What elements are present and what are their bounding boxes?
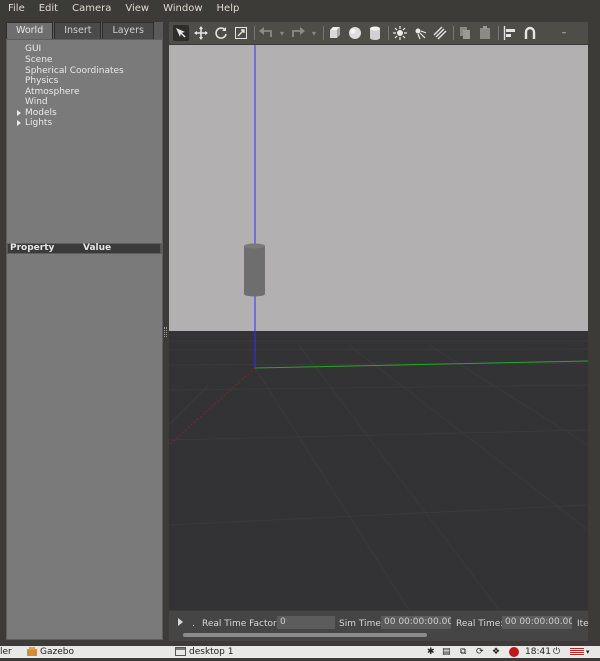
- toolbar: ▾ ▾ –: [169, 22, 588, 44]
- paste-icon[interactable]: [477, 25, 493, 41]
- taskbar-cut-item[interactable]: ler: [0, 646, 12, 658]
- left-panel: World Insert Layers GUI Scene Spherical …: [6, 22, 163, 640]
- taskbar: ler Gazebo desktop 1 ✱ ▤ ⧉ ⟳ ❖ 18:41 ⏻ ▾: [0, 646, 600, 658]
- status-scrollbar[interactable]: [183, 633, 427, 637]
- menubar: File Edit Camera View Window Help: [0, 0, 600, 16]
- tree-item-physics[interactable]: Physics: [25, 76, 58, 86]
- real-time-value: 00 00:00:00.000: [502, 616, 572, 629]
- network-icon[interactable]: ⧉: [460, 646, 466, 658]
- undo-icon[interactable]: [258, 25, 274, 41]
- property-table-header: Property Value: [8, 244, 160, 253]
- expand-arrow-icon[interactable]: [17, 110, 21, 116]
- toolbar-separator: [323, 26, 324, 40]
- taskbar-gazebo-button[interactable]: Gazebo: [40, 646, 74, 658]
- scene-viewport[interactable]: [169, 45, 588, 610]
- translate-icon[interactable]: [193, 25, 209, 41]
- tree-item-models[interactable]: Models: [25, 108, 57, 118]
- audio-dropdown-icon[interactable]: ▾: [586, 646, 590, 658]
- menu-camera[interactable]: Camera: [72, 3, 111, 14]
- menu-file[interactable]: File: [8, 3, 25, 14]
- world-tree: GUI Scene Spherical Coordinates Physics …: [6, 39, 163, 244]
- property-table: [6, 253, 163, 640]
- bluetooth-icon[interactable]: ✱: [427, 646, 435, 658]
- dropbox-icon[interactable]: ❖: [492, 646, 500, 658]
- tree-item-scene[interactable]: Scene: [25, 55, 52, 65]
- real-time-factor-label: Real Time Factor:: [202, 619, 280, 629]
- cylinder-model[interactable]: [244, 243, 265, 297]
- box-icon[interactable]: [327, 25, 343, 41]
- toolbar-separator: [498, 26, 499, 40]
- sky: [169, 45, 588, 331]
- clock: 18:41: [525, 647, 551, 657]
- property-column-header: Property: [10, 243, 55, 253]
- directional-light-icon[interactable]: [432, 25, 448, 41]
- iterations-label: Ite: [577, 619, 589, 629]
- sim-time-value: 00 00:00:00.000: [381, 616, 451, 629]
- menu-window[interactable]: Window: [163, 3, 202, 14]
- scene-render[interactable]: [169, 45, 588, 610]
- copy-icon[interactable]: [457, 25, 473, 41]
- gazebo-app-icon: [27, 646, 37, 658]
- value-column-header: Value: [83, 243, 112, 253]
- tree-item-wind[interactable]: Wind: [25, 97, 48, 107]
- scale-icon[interactable]: [233, 25, 249, 41]
- menu-edit[interactable]: Edit: [39, 3, 58, 14]
- menu-help[interactable]: Help: [217, 3, 240, 14]
- cylinder-icon[interactable]: [367, 25, 383, 41]
- left-panel-tabs: World Insert Layers: [6, 22, 155, 39]
- tab-world[interactable]: World: [6, 22, 54, 39]
- toolbar-overflow-icon[interactable]: –: [556, 25, 572, 41]
- spot-light-icon[interactable]: [412, 25, 428, 41]
- us-flag-icon[interactable]: [570, 648, 584, 656]
- point-light-icon[interactable]: [392, 25, 408, 41]
- toolbar-separator: [453, 26, 454, 40]
- tree-item-spherical-coordinates[interactable]: Spherical Coordinates: [25, 66, 124, 76]
- redo-icon[interactable]: [290, 25, 306, 41]
- clipboard-icon[interactable]: ▤: [442, 646, 451, 658]
- toolbar-separator: [254, 26, 255, 40]
- status-bar: . Real Time Factor: 0 Sim Time: 00 00:00…: [169, 611, 589, 641]
- tab-layers[interactable]: Layers: [102, 22, 154, 39]
- select-icon[interactable]: [173, 25, 189, 41]
- sphere-icon[interactable]: [347, 25, 363, 41]
- power-icon[interactable]: ⏻: [553, 646, 560, 658]
- sync-icon[interactable]: ⟳: [476, 646, 484, 658]
- tree-item-gui[interactable]: GUI: [25, 44, 41, 54]
- real-time-label: Real Time:: [456, 619, 504, 629]
- desktop-icon: [175, 646, 186, 658]
- panel-splitter-handle[interactable]: [164, 327, 167, 337]
- desktop-switcher[interactable]: desktop 1: [189, 646, 234, 658]
- redo-dropdown-icon[interactable]: ▾: [310, 25, 318, 41]
- expand-arrow-icon[interactable]: [17, 120, 21, 126]
- play-icon[interactable]: [178, 618, 183, 626]
- tab-insert[interactable]: Insert: [54, 22, 102, 39]
- real-time-factor-value: 0: [277, 616, 335, 629]
- step-indicator: .: [192, 619, 195, 629]
- tree-item-atmosphere[interactable]: Atmosphere: [25, 87, 79, 97]
- tree-item-lights[interactable]: Lights: [25, 118, 52, 128]
- undo-dropdown-icon[interactable]: ▾: [278, 25, 286, 41]
- record-icon[interactable]: [509, 647, 519, 657]
- ground-plane: [169, 331, 588, 610]
- align-icon[interactable]: [502, 25, 518, 41]
- sim-time-label: Sim Time:: [339, 619, 384, 629]
- rotate-icon[interactable]: [213, 25, 229, 41]
- menu-view[interactable]: View: [125, 3, 149, 14]
- toolbar-separator: [388, 26, 389, 40]
- snap-icon[interactable]: [522, 25, 538, 41]
